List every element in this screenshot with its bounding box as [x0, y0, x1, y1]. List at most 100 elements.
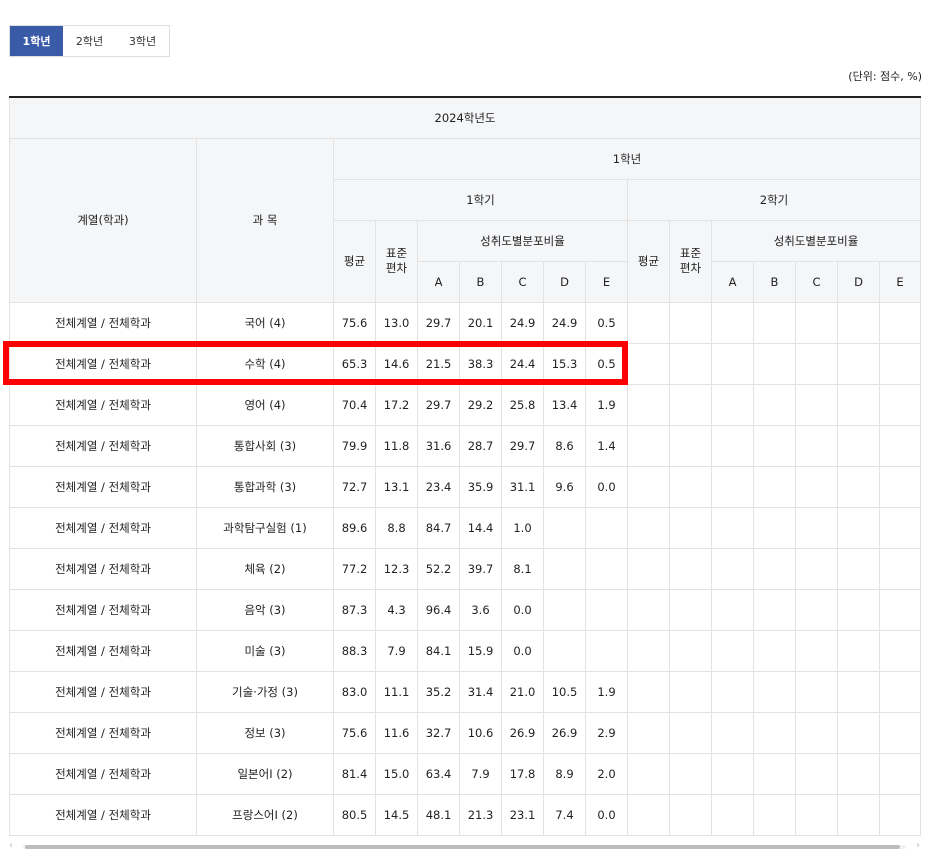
semester2-empty-cell — [878, 752, 922, 795]
semester2-empty-cell — [837, 506, 880, 549]
grade-c-cell: 24.9 — [501, 301, 544, 344]
semester2-empty-cell — [837, 547, 880, 590]
semester2-header: 2학기 — [626, 178, 922, 221]
semester2-empty-cell — [627, 424, 670, 467]
grade-e-cell: 2.0 — [585, 752, 628, 795]
scroll-left-icon[interactable]: ‹ — [9, 840, 13, 851]
grade-a-cell: 48.1 — [417, 793, 460, 836]
table-row: 전체계열 / 전체학과 기술·가정 (3) 83.0 11.1 35.2 31.4 21.0… — [9, 670, 922, 713]
semester1-header: 1학기 — [333, 178, 628, 221]
subject-cell: 영어 (4) — [196, 383, 334, 426]
stddev-cell: 13.1 — [375, 465, 418, 508]
table-row: 전체계열 / 전체학과 수학 (4) 65.3 14.6 21.5 38.3 24.4 15.… — [9, 342, 922, 385]
semester2-empty-cell — [711, 301, 754, 344]
grade-e-cell — [585, 506, 628, 549]
grade-d-cell: 15.3 — [543, 342, 586, 385]
avg-cell: 81.4 — [333, 752, 376, 795]
table-row: 전체계열 / 전체학과 미술 (3) 88.3 7.9 84.1 15.9 0.0 — [9, 629, 922, 672]
grade-a-cell: 32.7 — [417, 711, 460, 754]
semester2-empty-cell — [795, 752, 838, 795]
dept-cell: 전체계열 / 전체학과 — [9, 342, 197, 385]
semester2-empty-cell — [878, 711, 922, 754]
semester2-empty-cell — [878, 465, 922, 508]
table-row: 전체계열 / 전체학과 정보 (3) 75.6 11.6 32.7 10.6 26.9 26.… — [9, 711, 922, 754]
grade-b-cell: 21.3 — [459, 793, 502, 836]
subject-cell: 일본어Ⅰ (2) — [196, 752, 334, 795]
s2-grade-a: A — [711, 260, 754, 303]
unit-label: (단위: 점수, %) — [848, 70, 922, 83]
semester2-empty-cell — [753, 670, 796, 713]
stddev-cell: 12.3 — [375, 547, 418, 590]
semester2-empty-cell — [878, 588, 922, 631]
s2-grade-e: E — [878, 260, 922, 303]
tab-grade-1[interactable]: 1학년 — [10, 26, 63, 56]
semester2-empty-cell — [753, 547, 796, 590]
grade-b-cell: 35.9 — [459, 465, 502, 508]
semester2-empty-cell — [627, 629, 670, 672]
scroll-right-icon[interactable]: › — [916, 840, 920, 851]
semester2-empty-cell — [878, 793, 922, 836]
semester2-empty-cell — [669, 588, 712, 631]
avg-cell: 70.4 — [333, 383, 376, 426]
grade-d-cell: 9.6 — [543, 465, 586, 508]
scroll-thumb[interactable] — [25, 845, 900, 849]
semester2-empty-cell — [795, 711, 838, 754]
grade-d-cell — [543, 588, 586, 631]
stddev-cell: 15.0 — [375, 752, 418, 795]
grade-c-cell: 1.0 — [501, 506, 544, 549]
subject-cell: 프랑스어Ⅰ (2) — [196, 793, 334, 836]
semester2-empty-cell — [627, 383, 670, 426]
dept-cell: 전체계열 / 전체학과 — [9, 711, 197, 754]
semester2-empty-cell — [711, 670, 754, 713]
grade-e-cell: 1.9 — [585, 383, 628, 426]
semester2-empty-cell — [753, 629, 796, 672]
semester2-empty-cell — [878, 506, 922, 549]
stddev-cell: 11.1 — [375, 670, 418, 713]
semester2-empty-cell — [795, 301, 838, 344]
avg-cell: 83.0 — [333, 670, 376, 713]
s1-grade-e: E — [585, 260, 628, 303]
grade-c-cell: 8.1 — [501, 547, 544, 590]
subject-cell: 정보 (3) — [196, 711, 334, 754]
semester2-empty-cell — [753, 301, 796, 344]
semester2-empty-cell — [878, 629, 922, 672]
grade-tabs: 1학년 2학년 3학년 — [9, 25, 170, 57]
grade-b-cell: 38.3 — [459, 342, 502, 385]
semester2-empty-cell — [711, 793, 754, 836]
s1-grade-d: D — [543, 260, 586, 303]
grade-c-cell: 29.7 — [501, 424, 544, 467]
grade-c-cell: 26.9 — [501, 711, 544, 754]
s1-avg-header: 평균 — [333, 219, 376, 303]
semester2-empty-cell — [795, 547, 838, 590]
grade-a-cell: 84.1 — [417, 629, 460, 672]
semester2-empty-cell — [669, 424, 712, 467]
grade-c-cell: 31.1 — [501, 465, 544, 508]
semester2-empty-cell — [795, 670, 838, 713]
table-row: 전체계열 / 전체학과 과학탐구실험 (1) 89.6 8.8 84.7 14.4 1.0 — [9, 506, 922, 549]
dept-cell: 전체계열 / 전체학과 — [9, 547, 197, 590]
s2-stddev-header: 표준 편차 — [669, 219, 712, 303]
grade-a-cell: 35.2 — [417, 670, 460, 713]
table-row: 전체계열 / 전체학과 프랑스어Ⅰ (2) 80.5 14.5 48.1 21.3 23.1… — [9, 793, 922, 836]
grade-b-cell: 15.9 — [459, 629, 502, 672]
grade-a-cell: 84.7 — [417, 506, 460, 549]
grade-d-cell: 7.4 — [543, 793, 586, 836]
semester2-empty-cell — [669, 506, 712, 549]
semester2-empty-cell — [711, 711, 754, 754]
tab-grade-2[interactable]: 2학년 — [63, 26, 116, 56]
grade-d-cell: 26.9 — [543, 711, 586, 754]
grade-e-cell: 0.0 — [585, 793, 628, 836]
semester2-empty-cell — [795, 629, 838, 672]
semester2-empty-cell — [669, 547, 712, 590]
horizontal-scrollbar[interactable]: ‹ › — [9, 840, 920, 851]
table-row: 전체계열 / 전체학과 체육 (2) 77.2 12.3 52.2 39.7 8.1 — [9, 547, 922, 590]
avg-cell: 79.9 — [333, 424, 376, 467]
semester2-empty-cell — [711, 752, 754, 795]
avg-cell: 77.2 — [333, 547, 376, 590]
grade-d-cell: 13.4 — [543, 383, 586, 426]
tab-grade-3[interactable]: 3학년 — [116, 26, 169, 56]
semester2-empty-cell — [627, 342, 670, 385]
semester2-empty-cell — [711, 629, 754, 672]
semester2-empty-cell — [627, 547, 670, 590]
avg-cell: 88.3 — [333, 629, 376, 672]
